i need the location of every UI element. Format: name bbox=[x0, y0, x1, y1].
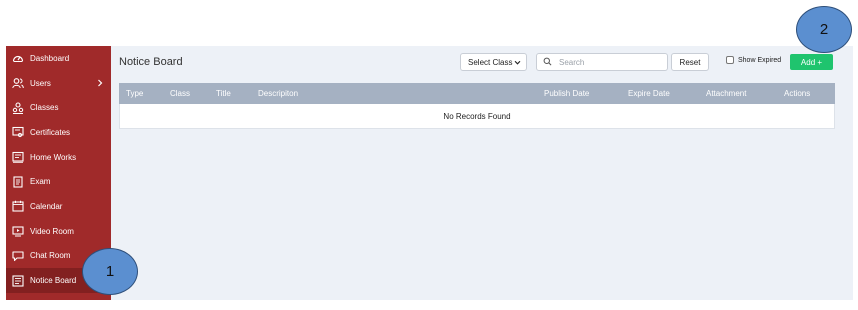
column-header[interactable]: Expire Date bbox=[628, 89, 670, 98]
sidebar-item-label: Home Works bbox=[30, 152, 77, 162]
sidebar-item-label: Calendar bbox=[30, 201, 63, 211]
search-icon bbox=[543, 53, 559, 71]
annotation-callout-2: 2 bbox=[796, 6, 852, 53]
reset-button[interactable]: Reset bbox=[671, 53, 709, 71]
users-icon bbox=[12, 77, 24, 89]
sidebar-item-label: Users bbox=[30, 78, 51, 88]
calendar-icon bbox=[12, 200, 24, 213]
sidebar-item-label: Classes bbox=[30, 103, 59, 113]
sidebar-item-calendar[interactable]: Calendar bbox=[6, 194, 111, 219]
column-header[interactable]: Type bbox=[126, 89, 143, 98]
chevron-right-icon[interactable] bbox=[96, 78, 104, 88]
sidebar-item-home-works[interactable]: Home Works bbox=[6, 145, 111, 170]
sidebar-item-video-room[interactable]: Video Room bbox=[6, 219, 111, 244]
sidebar-item-label: Notice Board bbox=[30, 276, 77, 286]
table-header: Type Class Title Descripiton Publish Dat… bbox=[119, 83, 835, 104]
column-header[interactable]: Title bbox=[216, 89, 231, 98]
sidebar-item-label: Dashboard bbox=[30, 53, 70, 63]
show-expired-label: Show Expired bbox=[738, 57, 782, 64]
notice-table: Type Class Title Descripiton Publish Dat… bbox=[119, 83, 835, 129]
callout-number: 1 bbox=[105, 263, 115, 280]
sidebar-item-classes[interactable]: Classes bbox=[6, 95, 111, 120]
video-icon bbox=[12, 225, 24, 237]
class-select[interactable]: Select Class bbox=[460, 53, 527, 71]
classes-icon bbox=[12, 102, 24, 114]
dashboard-icon bbox=[12, 52, 24, 64]
chat-icon bbox=[12, 250, 24, 262]
column-header[interactable]: Actions bbox=[784, 89, 810, 98]
exam-icon bbox=[12, 176, 24, 188]
sidebar-item-label: Video Room bbox=[30, 226, 74, 236]
annotation-callout-1: 1 bbox=[82, 248, 138, 295]
sidebar-item-label: Chat Room bbox=[30, 251, 71, 261]
page-title: Notice Board bbox=[119, 56, 183, 68]
sidebar-item-label: Certificates bbox=[30, 127, 71, 137]
main-content: Notice Board Select Class Reset Show Exp… bbox=[111, 46, 853, 300]
search-input[interactable] bbox=[559, 57, 659, 67]
homework-icon bbox=[12, 151, 24, 163]
class-select-value: Select Class bbox=[468, 57, 513, 67]
sidebar-item-exam[interactable]: Exam bbox=[6, 169, 111, 194]
add-button[interactable]: Add + bbox=[790, 54, 833, 70]
notice-board-icon bbox=[12, 274, 24, 287]
column-header[interactable]: Class bbox=[170, 89, 190, 98]
show-expired-checkbox[interactable] bbox=[726, 56, 734, 64]
column-header[interactable]: Attachment bbox=[706, 89, 746, 98]
sidebar-item-certificates[interactable]: Certificates bbox=[6, 120, 111, 145]
empty-message: No Records Found bbox=[443, 111, 511, 121]
column-header[interactable]: Descripiton bbox=[258, 89, 298, 98]
chevron-down-icon bbox=[514, 59, 521, 66]
sidebar-item-label: Exam bbox=[30, 177, 51, 187]
sidebar-item-dashboard[interactable]: Dashboard bbox=[6, 46, 111, 71]
callout-number: 2 bbox=[819, 21, 829, 38]
search-box[interactable] bbox=[536, 53, 668, 71]
certificate-icon bbox=[12, 126, 24, 138]
sidebar-item-users[interactable]: Users bbox=[6, 71, 111, 96]
column-header[interactable]: Publish Date bbox=[544, 89, 589, 98]
table-empty-row: No Records Found bbox=[119, 104, 835, 129]
